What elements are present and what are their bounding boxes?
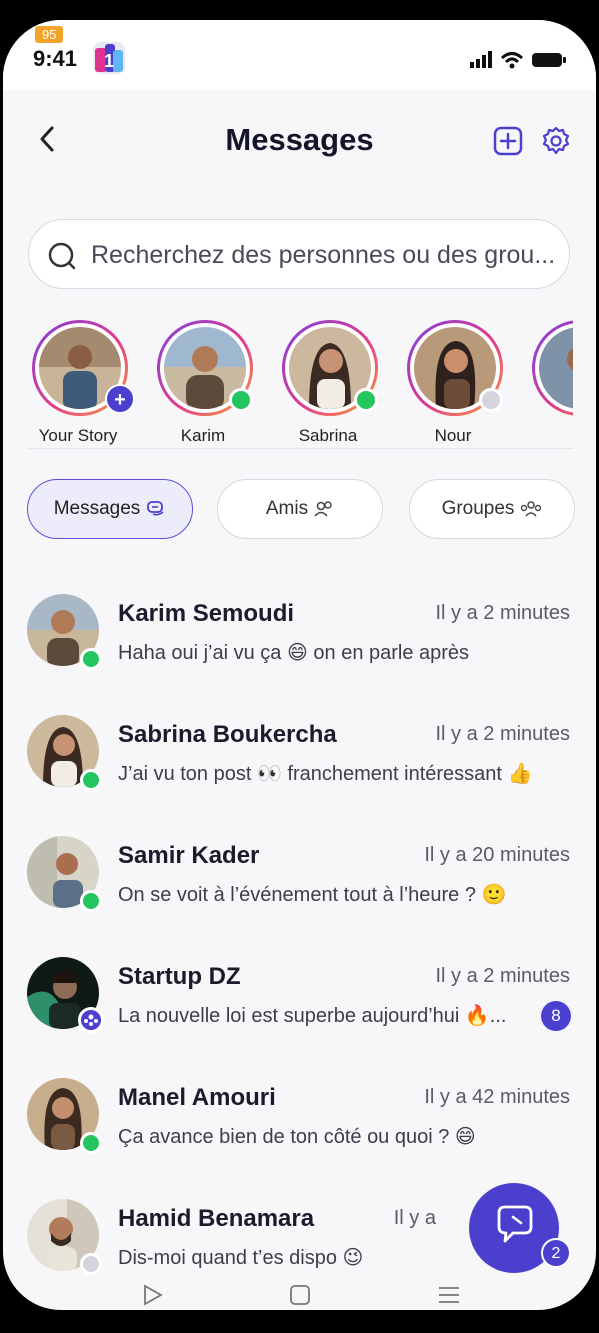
tab-label: Amis [265, 498, 309, 519]
search-input[interactable] [89, 220, 563, 290]
svg-text:1: 1 [104, 51, 114, 71]
nav-back-icon[interactable] [144, 1284, 163, 1306]
story-name: Nour [434, 426, 472, 445]
conversation-preview: On se voit à l’événement tout à l’heure … [118, 884, 507, 906]
filter-tabs: Messages Amis Groupes [27, 479, 575, 541]
story-karim[interactable]: Karim [153, 320, 253, 452]
online-status-dot [80, 1132, 102, 1154]
conversation-time: Il y a 2 minutes [435, 965, 570, 987]
tab-label: Messages [53, 498, 141, 519]
chat-bubbles-icon [147, 501, 164, 516]
app-logo-icon: 1 [93, 42, 125, 74]
story-name: Sabrina [298, 426, 358, 445]
online-status-dot [80, 648, 102, 670]
online-status-dot [80, 890, 102, 912]
tab-amis[interactable]: Amis [217, 479, 383, 539]
search-bar[interactable] [28, 219, 570, 290]
status-bar: 95 9:41 1 [3, 20, 596, 90]
conversation-name: Manel Amouri [118, 1084, 276, 1111]
story-avatar [539, 327, 573, 409]
divider [28, 448, 573, 449]
story-name: H [518, 426, 573, 446]
group-badge [78, 1007, 104, 1033]
online-status-dot [354, 388, 378, 412]
stories-row: + Your Story Karim Sabrina Nour [28, 320, 573, 452]
tab-messages[interactable]: Messages [27, 479, 193, 539]
story-name: Karim [180, 426, 226, 445]
conversation-item[interactable]: Manel Amouri Il y a 42 minutes Ça avance… [3, 1078, 596, 1190]
story-name: Your Story [38, 426, 118, 445]
conversation-time: Il y a 20 minutes [424, 844, 570, 866]
fab-count-badge: 2 [541, 1238, 571, 1268]
online-status-dot [80, 769, 102, 791]
groups-icon [521, 501, 542, 517]
online-status-dot [229, 388, 253, 412]
story-partial[interactable]: H [528, 320, 573, 452]
notification-count-badge: 95 [35, 26, 64, 43]
conversation-time: Il y a 2 minutes [435, 602, 570, 624]
status-time: 9:41 [33, 46, 78, 71]
offline-status-dot [80, 1253, 102, 1275]
conversation-preview: Haha oui j’ai vu ça 😄 on en parle après [118, 642, 470, 664]
conversation-time: Il y a 2 minutes [435, 723, 570, 745]
conversation-time: Il y a 42 minutes [424, 1086, 570, 1108]
group-icon [84, 1014, 98, 1026]
nav-home-icon[interactable] [290, 1285, 310, 1305]
app-header: Messages [3, 110, 596, 180]
add-story-button[interactable]: + [105, 384, 135, 414]
tab-groupes[interactable]: Groupes [409, 479, 575, 539]
friends-icon [314, 501, 332, 517]
conversation-name: Hamid Benamara [118, 1205, 315, 1232]
conversation-preview: Dis-moi quand t’es dispo 😉 [118, 1247, 364, 1269]
offline-status-dot [479, 388, 503, 412]
system-status-icons [470, 51, 566, 69]
conversation-item[interactable]: Karim Semoudi Il y a 2 minutes Haha oui … [3, 594, 596, 706]
settings-gear-icon[interactable] [541, 126, 571, 156]
search-icon [48, 242, 76, 270]
conversation-preview: Ça avance bien de ton côté ou quoi ? 😄 [118, 1126, 476, 1148]
story-your-story[interactable]: + Your Story [28, 320, 135, 452]
conversation-item[interactable]: Samir Kader Il y a 20 minutes On se voit… [3, 836, 596, 948]
new-message-icon[interactable] [493, 126, 523, 156]
conversation-time: Il y a [393, 1207, 436, 1229]
story-sabrina[interactable]: Sabrina [278, 320, 378, 452]
conversation-name: Karim Semoudi [118, 600, 295, 627]
conversation-preview: J’ai vu ton post 👀 franchement intéressa… [118, 763, 533, 785]
conversation-name: Startup DZ [118, 963, 241, 990]
tab-label: Groupes [441, 498, 515, 519]
conversation-name: Samir Kader [118, 842, 260, 869]
conversation-name: Sabrina Boukercha [118, 721, 337, 748]
unread-count-badge: 8 [541, 1001, 571, 1031]
conversation-item[interactable]: Startup DZ Il y a 2 minutes La nouvelle … [3, 957, 596, 1069]
conversation-preview: La nouvelle loi est superbe aujourd’hui … [118, 1005, 507, 1027]
story-nour[interactable]: Nour [403, 320, 503, 452]
nav-menu-icon[interactable] [439, 1287, 459, 1303]
system-nav-bar [144, 1284, 459, 1306]
conversation-item[interactable]: Sabrina Boukercha Il y a 2 minutes J’ai … [3, 715, 596, 827]
phone-screen: 95 9:41 1 Messages Recherchez des person… [3, 20, 596, 1310]
